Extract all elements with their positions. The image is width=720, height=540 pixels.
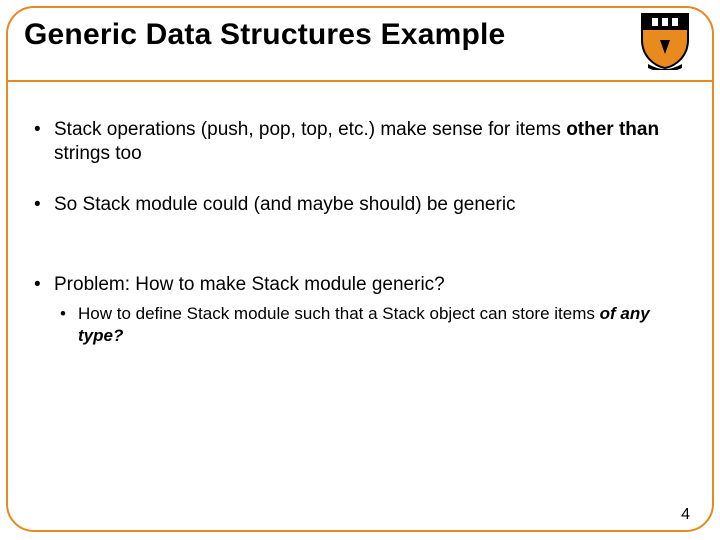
text-run: Stack operations (push, pop, top, etc.) … <box>54 119 566 140</box>
bullet-item: • Problem: How to make Stack module gene… <box>34 273 686 297</box>
bullet-dot-icon: • <box>34 193 54 217</box>
sub-bullet-item: • How to define Stack module such that a… <box>60 303 686 347</box>
slide-body: • Stack operations (push, pop, top, etc.… <box>34 118 686 347</box>
bullet-dot-icon: • <box>60 303 78 347</box>
bullet-text: Problem: How to make Stack module generi… <box>54 273 445 297</box>
text-strong: other than <box>566 119 659 140</box>
bullet-dot-icon: • <box>34 118 54 167</box>
text-run: strings too <box>54 143 142 164</box>
bullet-item: • Stack operations (push, pop, top, etc.… <box>34 118 686 167</box>
bullet-dot-icon: • <box>34 273 54 297</box>
bullet-text: Stack operations (push, pop, top, etc.) … <box>54 118 686 167</box>
title-divider <box>6 80 714 82</box>
shield-icon <box>638 10 692 70</box>
page-number: 4 <box>681 506 690 524</box>
slide: Generic Data Structures Example • Stack … <box>0 0 720 540</box>
bullet-item: • So Stack module could (and maybe shoul… <box>34 193 686 217</box>
slide-title: Generic Data Structures Example <box>24 18 505 52</box>
bullet-text: So Stack module could (and maybe should)… <box>54 193 516 217</box>
bullet-text: How to define Stack module such that a S… <box>78 303 686 347</box>
text-run: How to define Stack module such that a S… <box>78 304 600 323</box>
